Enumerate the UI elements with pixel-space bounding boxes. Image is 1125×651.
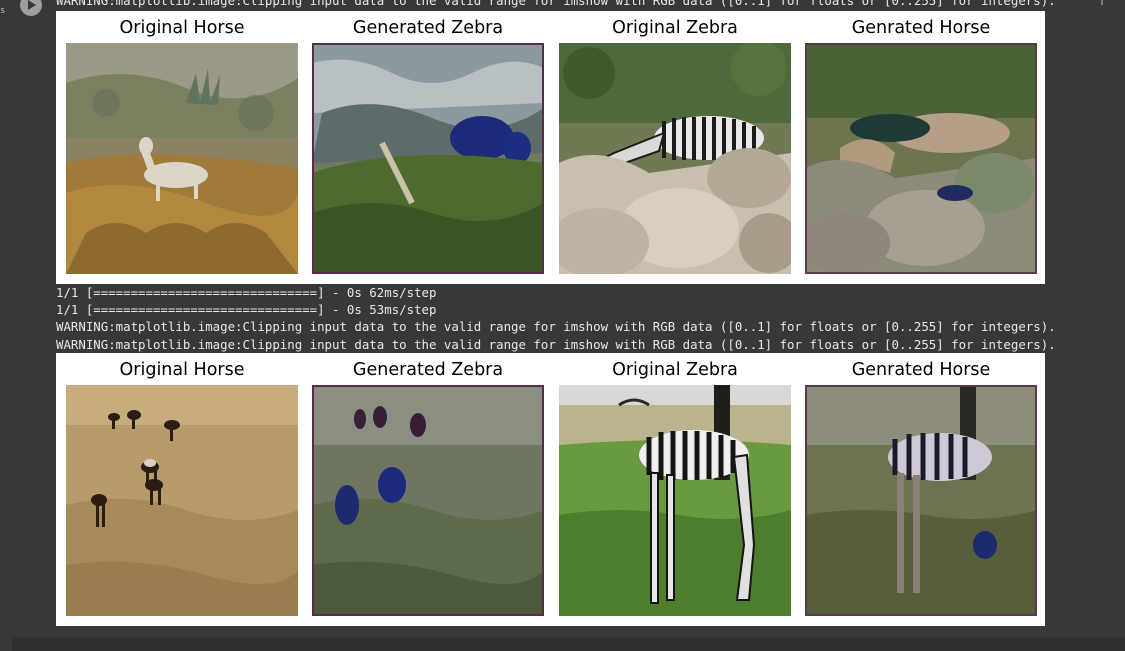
- figure-2: Original Horse Generated Zebra Original …: [56, 353, 1045, 626]
- figure-1-title-generated-zebra: Generated Zebra: [352, 18, 504, 38]
- figure-2-title-original-horse: Original Horse: [119, 360, 245, 380]
- stream-progress-line-2: 1/1 [==============================] - 0…: [56, 302, 437, 317]
- figure-2-title-original-zebra: Original Zebra: [612, 360, 738, 380]
- figure-1-title-original-zebra: Original Zebra: [612, 18, 738, 38]
- figure-1-image-generated-zebra: [312, 43, 544, 274]
- figure-1-image-original-horse: [66, 43, 298, 274]
- figure-1: Original Horse Generated Zebra Original …: [56, 11, 1045, 284]
- stream-progress-line-1: 1/1 [==============================] - 0…: [56, 285, 437, 300]
- figure-1-image-original-zebra: [559, 43, 791, 274]
- figure-1-title-generated-horse: Genrated Horse: [851, 18, 991, 38]
- figure-2-title-generated-horse: Genrated Horse: [851, 360, 991, 380]
- figure-2-image-original-horse: [66, 385, 298, 616]
- figure-1-image-generated-horse: [805, 43, 1037, 274]
- stream-warning-line-2: WARNING:matplotlib.image:Clipping input …: [56, 337, 1056, 352]
- arrow-up-icon[interactable]: ↑: [1093, 0, 1111, 10]
- execution-count: s: [0, 6, 6, 16]
- stream-warning-line-1: WARNING:matplotlib.image:Clipping input …: [56, 319, 1056, 334]
- cell-output-footer: [12, 637, 1125, 651]
- figure-2-image-generated-horse: [805, 385, 1037, 616]
- figure-2-image-generated-zebra: [312, 385, 544, 616]
- figure-1-title-original-horse: Original Horse: [119, 18, 245, 38]
- figure-2-title-generated-zebra: Generated Zebra: [352, 360, 504, 380]
- figure-2-image-original-zebra: [559, 385, 791, 616]
- notebook-page: s ↑ WARNING:matplotlib.image:Clipping in…: [0, 0, 1125, 651]
- cell-gutter: [0, 0, 12, 651]
- stream-warning-top: WARNING:matplotlib.image:Clipping input …: [56, 0, 1056, 8]
